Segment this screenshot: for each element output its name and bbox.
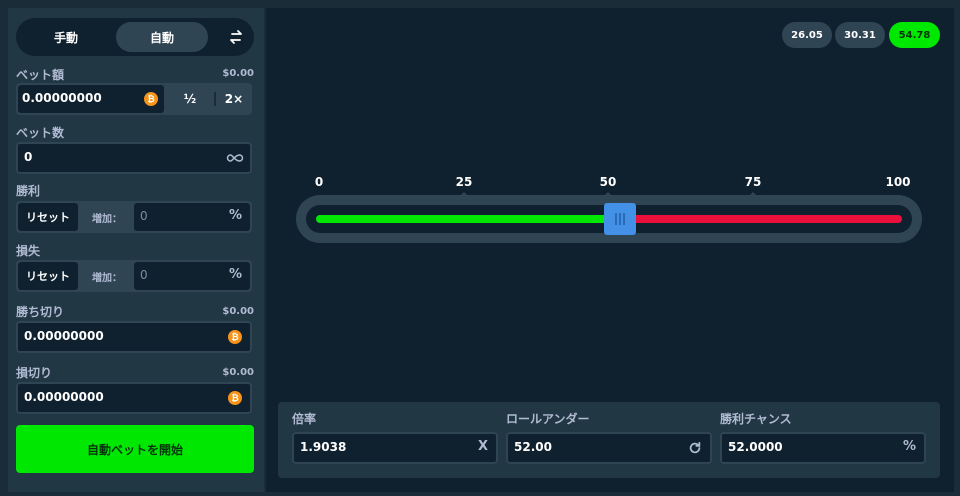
multiplier-suffix: X <box>477 439 488 454</box>
bet-count-input[interactable]: 0 <box>16 142 252 174</box>
on-win-percent-input[interactable]: 0 % <box>134 203 250 231</box>
bet-count-label: ベット数 <box>16 126 65 140</box>
slider-tick-label: 0 <box>314 175 324 189</box>
win-chance-suffix: % <box>902 439 916 454</box>
multiplier-label: 倍率 <box>292 412 317 426</box>
bet-amount-label: ベット額 <box>16 68 65 82</box>
history-result-latest[interactable]: 54.78 <box>889 22 940 48</box>
bet-stats-panel: 倍率 1.9038 X ロールアンダー 52.00 勝利チャンス 52.0000… <box>278 402 940 478</box>
tab-manual[interactable]: 手動 <box>20 22 112 52</box>
stop-profit-value: 0.00000000 <box>24 329 104 343</box>
roll-under-label: ロールアンダー <box>506 412 590 426</box>
bitcoin-icon: ₿ <box>228 330 242 344</box>
roll-under-input[interactable]: 52.00 <box>506 432 712 464</box>
on-win-percent-value: 0 <box>140 209 148 223</box>
grip-line <box>615 213 618 225</box>
double-bet-button[interactable]: 2× <box>216 83 252 115</box>
grip-line <box>619 213 622 225</box>
stop-loss-value: 0.00000000 <box>24 390 104 404</box>
grip-line <box>623 213 626 225</box>
win-chance-label: 勝利チャンス <box>720 412 792 426</box>
half-bet-button[interactable]: ½ <box>166 83 214 115</box>
bitcoin-icon: ₿ <box>144 92 158 106</box>
on-loss-row: リセット 増加： 0 % <box>16 260 252 292</box>
tab-auto[interactable]: 自動 <box>116 22 208 52</box>
bet-amount-input[interactable]: 0.00000000 ₿ <box>18 85 164 113</box>
bet-amount-row: 0.00000000 ₿ ½ 2× <box>16 83 252 115</box>
history-result[interactable]: 30.31 <box>835 22 885 48</box>
bitcoin-icon: ₿ <box>228 391 242 405</box>
stop-loss-label: 損切り <box>16 366 53 380</box>
on-win-increase-button[interactable]: 増加： <box>82 203 132 231</box>
multiplier-input[interactable]: 1.9038 X <box>292 432 498 464</box>
stop-loss-input[interactable]: 0.00000000 ₿ <box>16 382 252 414</box>
percent-sign: % <box>228 208 242 223</box>
stop-profit-label: 勝ち切り <box>16 305 65 319</box>
swap-arrows-icon[interactable] <box>226 27 246 47</box>
slider-tick-label: 100 <box>885 175 911 189</box>
stop-profit-usd: $0.00 <box>222 306 254 317</box>
win-chance-value: 52.0000 <box>728 440 783 454</box>
stop-profit-input[interactable]: 0.00000000 ₿ <box>16 321 252 353</box>
on-loss-label: 損失 <box>16 244 41 258</box>
win-chance-input[interactable]: 52.0000 % <box>720 432 926 464</box>
on-win-row: リセット 増加： 0 % <box>16 201 252 233</box>
bet-amount-usd: $0.00 <box>222 68 254 79</box>
on-loss-increase-button[interactable]: 増加： <box>82 262 132 290</box>
refresh-icon[interactable] <box>688 441 702 455</box>
on-loss-percent-value: 0 <box>140 268 148 282</box>
bet-sidebar: 手動 自動 ベット額 $0.00 0.00000000 ₿ ½ 2× ベット数 … <box>8 8 264 492</box>
bet-amount-value: 0.00000000 <box>22 91 102 105</box>
roll-under-value: 52.00 <box>514 440 552 454</box>
on-loss-reset-button[interactable]: リセット <box>18 262 78 290</box>
slider-tick-label: 75 <box>744 175 762 189</box>
infinity-icon[interactable] <box>226 150 244 166</box>
stop-loss-usd: $0.00 <box>222 367 254 378</box>
percent-sign: % <box>228 267 242 282</box>
bet-count-value: 0 <box>24 150 33 164</box>
on-loss-percent-input[interactable]: 0 % <box>134 262 250 290</box>
mode-toggle: 手動 自動 <box>16 18 254 56</box>
on-win-reset-button[interactable]: リセット <box>18 203 78 231</box>
history-result[interactable]: 26.05 <box>782 22 832 48</box>
on-win-label: 勝利 <box>16 184 41 198</box>
multiplier-value: 1.9038 <box>300 440 347 454</box>
loss-range-bar <box>620 215 902 223</box>
start-autobet-button[interactable]: 自動ベットを開始 <box>16 425 254 473</box>
slider-tick-label: 50 <box>599 175 617 189</box>
slider-tick-label: 25 <box>455 175 473 189</box>
app: 手動 自動 ベット額 $0.00 0.00000000 ₿ ½ 2× ベット数 … <box>0 0 960 496</box>
win-range-bar <box>316 215 621 223</box>
game-area: 26.05 30.31 54.78 0 25 50 75 100 倍率 1.90… <box>266 8 954 492</box>
slider-handle[interactable] <box>604 203 637 235</box>
